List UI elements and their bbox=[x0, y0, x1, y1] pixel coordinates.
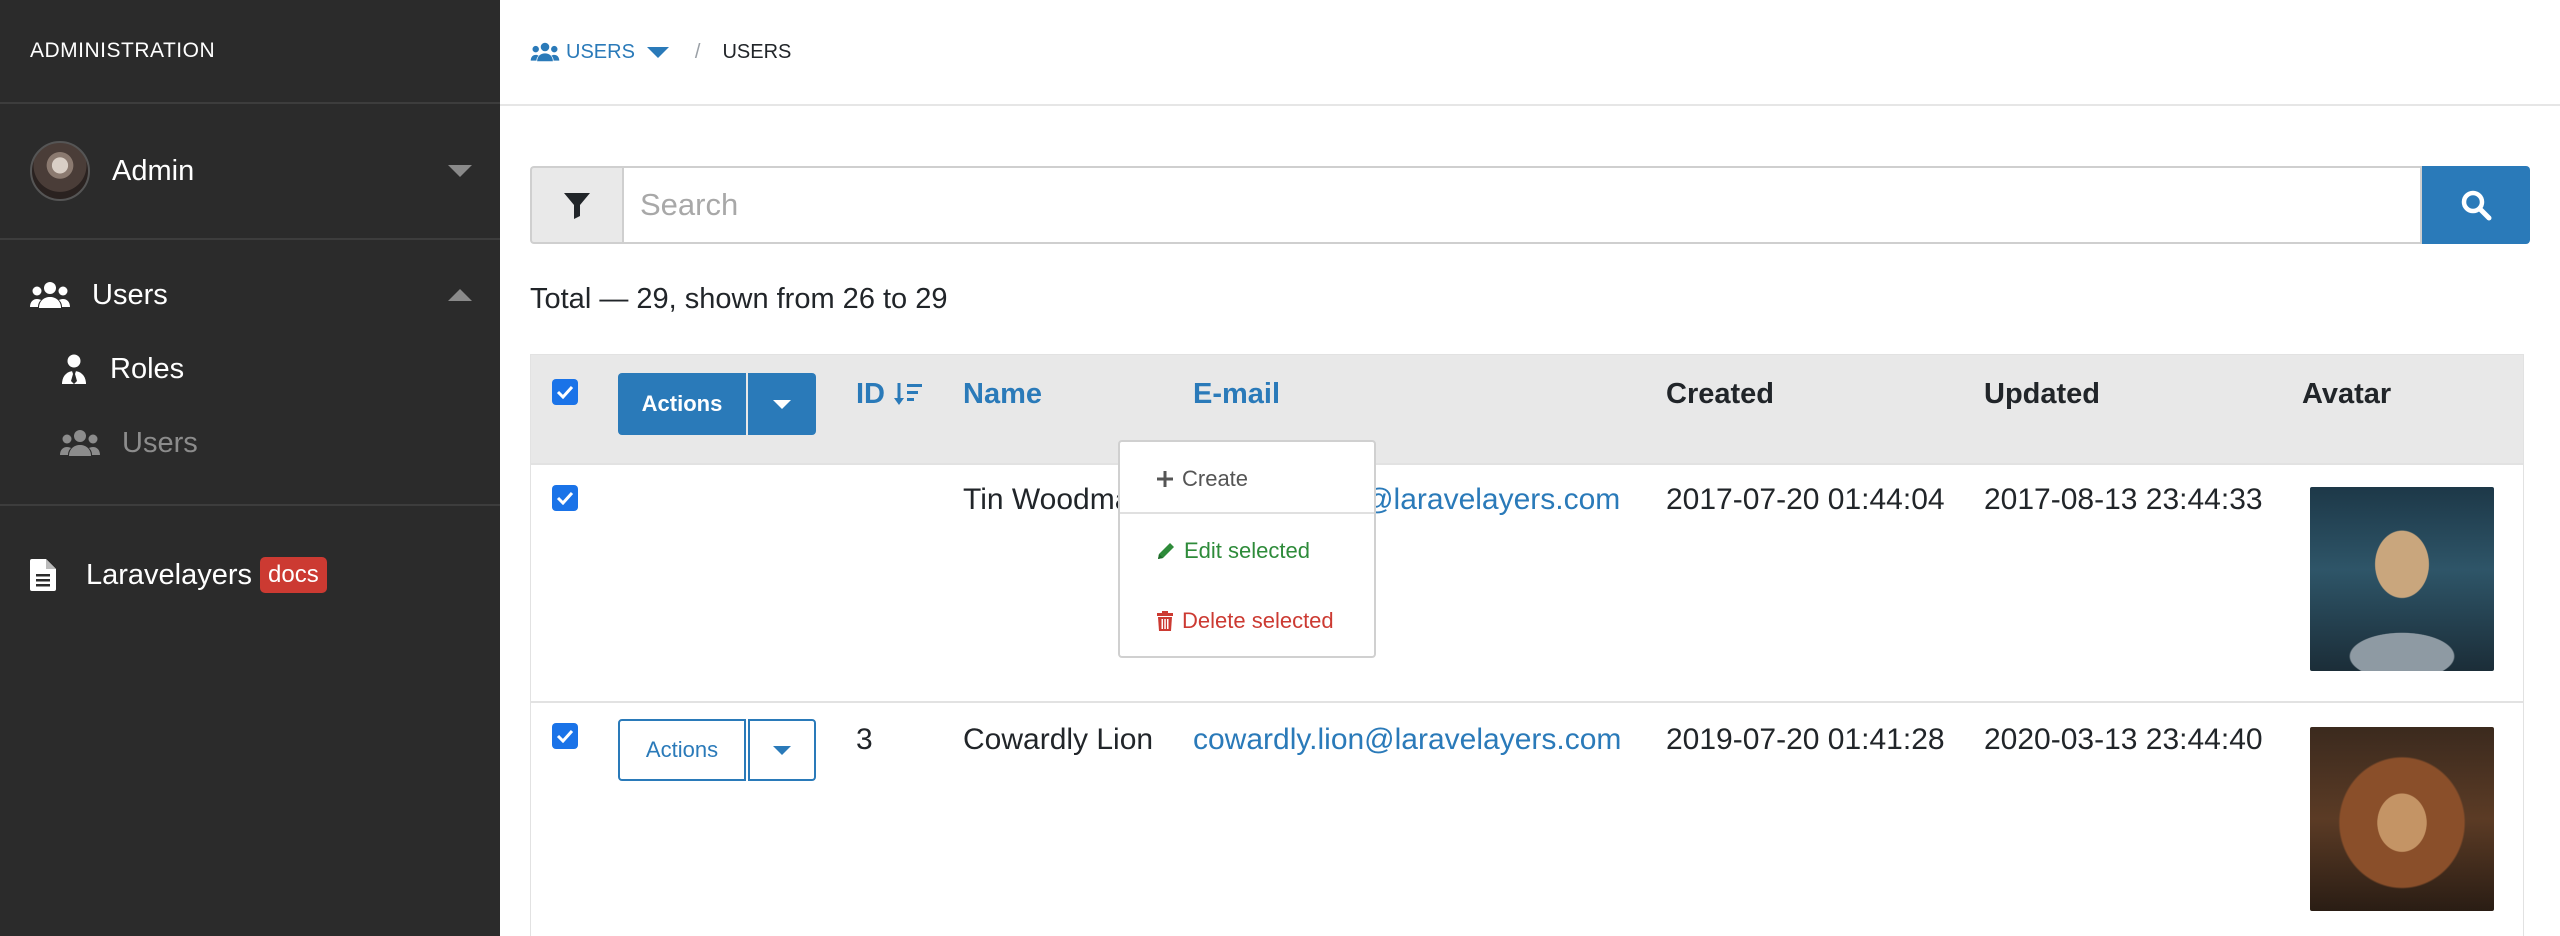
menu-item-create-label: Create bbox=[1182, 466, 1249, 491]
menu-item-delete-label: Delete selected bbox=[1182, 608, 1334, 633]
menu-divider bbox=[1120, 512, 1374, 514]
column-header-name[interactable]: Name bbox=[963, 378, 1042, 411]
row-avatar-image bbox=[2310, 487, 2494, 671]
menu-item-edit-label: Edit selected bbox=[1184, 538, 1310, 563]
main-content: USERS / USERS Total — 29, shown from 26 … bbox=[500, 0, 2560, 936]
user-avatar bbox=[30, 141, 90, 201]
breadcrumb-current: USERS bbox=[722, 40, 792, 63]
column-header-avatar: Avatar bbox=[2302, 378, 2392, 410]
menu-item-create[interactable]: Create bbox=[1156, 466, 1248, 492]
menu-item-edit-selected[interactable]: Edit selected bbox=[1156, 538, 1310, 564]
sidebar-item-roles-label: Roles bbox=[110, 352, 185, 385]
row-created: 2017-07-20 01:44:04 bbox=[1666, 483, 1945, 516]
users-icon bbox=[60, 429, 100, 457]
chevron-down-icon bbox=[448, 165, 472, 177]
file-icon bbox=[30, 559, 56, 591]
row-updated: 2020-03-13 23:44:40 bbox=[1984, 723, 2263, 756]
caret-down-icon bbox=[773, 745, 791, 755]
search-button[interactable] bbox=[2422, 166, 2530, 244]
row-checkbox[interactable] bbox=[552, 485, 578, 511]
sidebar-nav: Users Roles Users bbox=[0, 240, 500, 506]
sidebar-item-roles[interactable]: Roles bbox=[0, 332, 500, 406]
bulk-actions-group: Actions bbox=[618, 373, 816, 435]
sidebar-item-users-label: Users bbox=[92, 278, 168, 311]
sidebar: ADMINISTRATION Admin Users Roles Users L… bbox=[0, 0, 500, 936]
plus-icon bbox=[1156, 470, 1174, 488]
row-created: 2019-07-20 01:41:28 bbox=[1666, 723, 1945, 756]
breadcrumb-users-link[interactable]: USERS bbox=[530, 41, 669, 64]
row-actions-button[interactable]: Actions bbox=[618, 719, 746, 781]
table-row: Actions 3 Cowardly Lion cowardly.lion@la… bbox=[531, 701, 2523, 936]
trash-icon bbox=[1156, 611, 1174, 631]
caret-down-icon bbox=[773, 399, 791, 409]
table-header: Actions ID Name E-mail Created Updated A… bbox=[531, 355, 2523, 463]
chevron-down-icon[interactable] bbox=[646, 46, 669, 58]
breadcrumb-separator: / bbox=[694, 40, 701, 63]
row-actions-toggle[interactable] bbox=[748, 719, 816, 781]
sidebar-item-docs[interactable]: Laravelayers docs bbox=[0, 506, 500, 644]
row-checkbox[interactable] bbox=[552, 723, 578, 749]
docs-badge: docs bbox=[260, 557, 327, 593]
chevron-up-icon bbox=[448, 289, 472, 301]
user-menu[interactable]: Admin bbox=[0, 104, 500, 240]
row-avatar-image bbox=[2310, 727, 2494, 911]
column-header-created: Created bbox=[1666, 378, 1774, 410]
column-header-email[interactable]: E-mail bbox=[1193, 378, 1280, 411]
search-input[interactable] bbox=[622, 166, 2422, 244]
filter-button[interactable] bbox=[530, 166, 622, 244]
search-bar bbox=[530, 166, 2530, 244]
total-count: Total — 29, shown from 26 to 29 bbox=[530, 283, 948, 315]
breadcrumb-section: USERS bbox=[566, 40, 635, 63]
breadcrumb: USERS / USERS bbox=[500, 0, 2560, 106]
sidebar-item-users-list[interactable]: Users bbox=[0, 406, 500, 480]
menu-item-delete-selected[interactable]: Delete selected bbox=[1156, 608, 1334, 634]
row-email-link[interactable]: cowardly.lion@laravelayers.com bbox=[1193, 723, 1621, 757]
bulk-actions-toggle[interactable] bbox=[748, 373, 816, 435]
users-icon bbox=[30, 281, 70, 309]
row-name: Cowardly Lion bbox=[963, 723, 1154, 756]
user-name: Admin bbox=[112, 154, 195, 187]
bulk-actions-button[interactable]: Actions bbox=[618, 373, 746, 435]
pencil-icon bbox=[1156, 541, 1176, 561]
row-updated: 2017-08-13 23:44:33 bbox=[1984, 483, 2263, 516]
filter-icon bbox=[563, 191, 591, 219]
sort-desc-icon bbox=[893, 381, 923, 409]
column-header-id-label: ID bbox=[856, 378, 885, 410]
sidebar-brand: ADMINISTRATION bbox=[0, 0, 500, 104]
row-id: 3 bbox=[856, 723, 873, 756]
sidebar-item-users-list-label: Users bbox=[122, 426, 198, 459]
user-tie-icon bbox=[60, 354, 88, 384]
column-header-id[interactable]: ID bbox=[856, 378, 923, 411]
table-row: Tin Woodman tin.woodman@laravelayers.com… bbox=[531, 463, 2523, 701]
users-icon bbox=[530, 42, 560, 62]
select-all-checkbox[interactable] bbox=[552, 379, 578, 405]
users-table: Actions ID Name E-mail Created Updated A… bbox=[530, 354, 2524, 936]
sidebar-item-users[interactable]: Users bbox=[0, 258, 500, 332]
search-icon bbox=[2460, 189, 2492, 221]
actions-dropdown-menu: Create Edit selected Delete selected bbox=[1118, 440, 1376, 658]
column-header-updated: Updated bbox=[1984, 378, 2100, 410]
docs-label: Laravelayers bbox=[86, 558, 253, 591]
row-actions-group: Actions bbox=[618, 719, 816, 781]
